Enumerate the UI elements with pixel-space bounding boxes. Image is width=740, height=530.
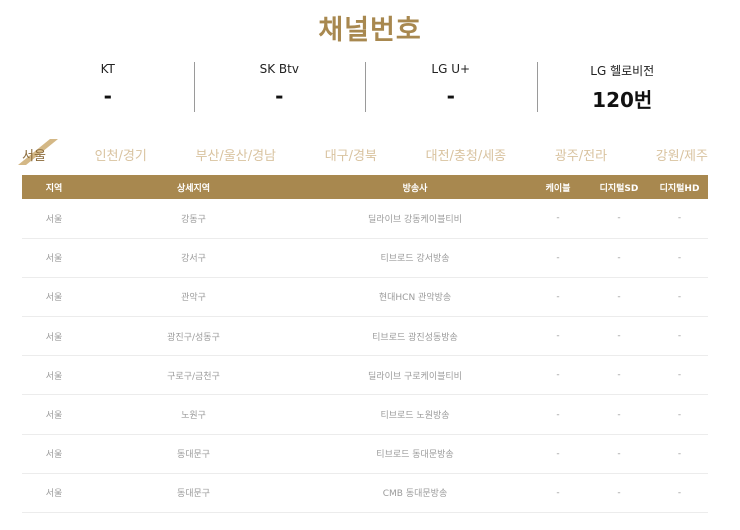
cell-detail-region: 강동구 <box>86 199 301 239</box>
cell-cable: - <box>529 434 587 474</box>
cell-digital-hd: - <box>651 199 708 239</box>
cell-detail-region: 구로구/금천구 <box>86 355 301 396</box>
cell-digital-sd: - <box>587 355 651 396</box>
tab-gangwon-jeju[interactable]: 강원/제주 <box>656 145 708 164</box>
tab-gwangju-jeolla[interactable]: 광주/전라 <box>555 145 607 164</box>
tab-label: 부산/울산/경남 <box>195 148 277 164</box>
cell-region: 서울 <box>22 394 86 435</box>
cell-digital-sd: - <box>587 394 651 435</box>
page-title: 채널번호 <box>318 15 422 46</box>
tab-label: 강원/제주 <box>655 148 708 164</box>
cell-region: 서울 <box>22 473 86 514</box>
header-digital-hd: 디지털HD <box>651 175 708 199</box>
cell-digital-sd: - <box>587 199 651 239</box>
tab-label: 광주/전라 <box>554 148 608 164</box>
carrier-lg-hellovision: LG 헬로비전 120번 <box>536 56 709 116</box>
cell-cable: - <box>529 394 587 435</box>
table-row: 서울 관악구 현대HCN 관악방송 - - - <box>22 277 708 318</box>
cell-region: 서울 <box>22 355 86 396</box>
cell-broadcaster: 딜라이브 구로케이블티비 <box>301 355 529 396</box>
table-row: 서울 노원구 티브로드 노원방송 - - - <box>22 394 708 435</box>
cell-digital-sd: - <box>587 277 651 318</box>
cell-cable: - <box>529 355 587 396</box>
cell-digital-hd: - <box>651 473 708 514</box>
tab-seoul[interactable]: 서울 <box>18 138 58 165</box>
cell-detail-region: 관악구 <box>86 277 301 318</box>
tab-daegu-gyeongbuk[interactable]: 대구/경북 <box>325 145 377 164</box>
region-tabs: 서울 인천/경기 부산/울산/경남 대구/경북 대전/충청/세종 광주/전라 강… <box>18 138 708 168</box>
carrier-channel-number: - <box>446 84 455 108</box>
carrier-channel-number: - <box>103 84 112 108</box>
cell-digital-hd: - <box>651 355 708 396</box>
cell-region: 서울 <box>22 316 86 357</box>
channel-table: 지역 상세지역 방송사 케이블 디지털SD 디지털HD 서울 강동구 딜라이브 … <box>22 175 708 514</box>
header-broadcaster: 방송사 <box>301 175 529 199</box>
cell-detail-region: 강서구 <box>86 238 301 278</box>
cell-digital-hd: - <box>651 277 708 318</box>
cell-broadcaster: 현대HCN 관악방송 <box>301 277 529 318</box>
carrier-sk-btv: SK Btv - <box>193 56 366 116</box>
cell-cable: - <box>529 316 587 357</box>
cell-broadcaster: 티브로드 광진성동방송 <box>301 316 529 357</box>
cell-digital-sd: - <box>587 473 651 514</box>
carrier-name: LG U+ <box>431 62 471 76</box>
tab-incheon-gyeonggi[interactable]: 인천/경기 <box>95 145 147 164</box>
tab-label: 대전/충청/세종 <box>425 148 507 164</box>
header-detail-region: 상세지역 <box>86 175 301 199</box>
tab-label: 인천/경기 <box>94 148 147 164</box>
cell-broadcaster: 딜라이브 강동케이블티비 <box>301 199 529 239</box>
cell-digital-sd: - <box>587 238 651 278</box>
header-cable: 케이블 <box>529 175 587 199</box>
carrier-name: SK Btv <box>259 62 299 76</box>
cell-broadcaster: 티브로드 동대문방송 <box>301 434 529 474</box>
table-row: 서울 구로구/금천구 딜라이브 구로케이블티비 - - - <box>22 355 708 396</box>
tab-busan-ulsan-gyeongnam[interactable]: 부산/울산/경남 <box>196 145 277 164</box>
cell-region: 서울 <box>22 277 86 318</box>
cell-region: 서울 <box>22 238 86 278</box>
tab-label: 서울 <box>22 148 46 164</box>
cell-region: 서울 <box>22 434 86 474</box>
carrier-name: KT <box>100 62 115 76</box>
cell-cable: - <box>529 277 587 318</box>
cell-detail-region: 노원구 <box>86 394 301 435</box>
cell-broadcaster: 티브로드 강서방송 <box>301 238 529 278</box>
cell-digital-hd: - <box>651 394 708 435</box>
table-row: 서울 강서구 티브로드 강서방송 - - - <box>22 238 708 278</box>
header-region: 지역 <box>22 175 86 199</box>
cell-digital-sd: - <box>587 316 651 357</box>
table-row: 서울 광진구/성동구 티브로드 광진성동방송 - - - <box>22 316 708 357</box>
carrier-channel-number: 120번 <box>592 88 653 112</box>
cell-broadcaster: CMB 동대문방송 <box>301 473 529 514</box>
cell-cable: - <box>529 473 587 514</box>
carrier-lg-uplus: LG U+ - <box>365 56 537 116</box>
cell-digital-hd: - <box>651 434 708 474</box>
cell-region: 서울 <box>22 199 86 239</box>
cell-detail-region: 동대문구 <box>86 434 301 474</box>
tab-daejeon-chungcheong-sejong[interactable]: 대전/충청/세종 <box>426 145 507 164</box>
cell-cable: - <box>529 199 587 239</box>
table-row: 서울 동대문구 CMB 동대문방송 - - - <box>22 473 708 514</box>
table-header-row: 지역 상세지역 방송사 케이블 디지털SD 디지털HD <box>22 175 708 199</box>
cell-broadcaster: 티브로드 노원방송 <box>301 394 529 435</box>
cell-digital-hd: - <box>651 238 708 278</box>
table-row: 서울 강동구 딜라이브 강동케이블티비 - - - <box>22 199 708 239</box>
carrier-channel-number: - <box>275 84 284 108</box>
cell-cable: - <box>529 238 587 278</box>
cell-detail-region: 광진구/성동구 <box>86 316 301 357</box>
carrier-kt: KT - <box>22 56 194 116</box>
carrier-summary: KT - SK Btv - LG U+ - LG 헬로비전 120번 <box>22 56 708 116</box>
cell-digital-hd: - <box>651 316 708 357</box>
cell-digital-sd: - <box>587 434 651 474</box>
table-row: 서울 동대문구 티브로드 동대문방송 - - - <box>22 434 708 474</box>
header-digital-sd: 디지털SD <box>587 175 651 199</box>
cell-detail-region: 동대문구 <box>86 473 301 514</box>
carrier-name: LG 헬로비전 <box>590 64 655 78</box>
tab-label: 대구/경북 <box>324 148 377 164</box>
